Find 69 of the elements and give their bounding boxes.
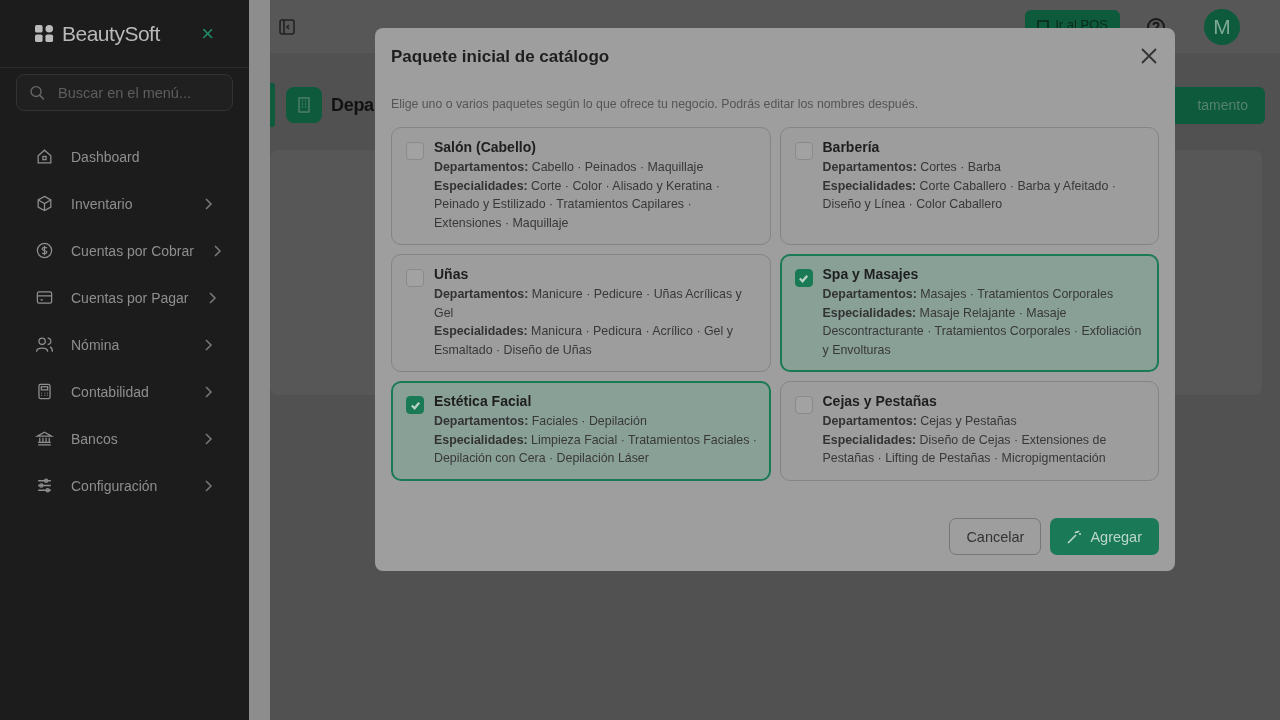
check-icon — [798, 272, 809, 284]
package-name: Barbería — [822, 139, 881, 155]
search-field[interactable]: Buscar en el menú... — [16, 74, 233, 111]
sliders-icon — [35, 476, 54, 495]
dialog-description: Elige uno o varios paquetes según lo que ofrece tu negocio. Podrás editar los nombres después. — [391, 97, 920, 111]
magic-wand-icon — [1067, 529, 1082, 544]
package-card[interactable]: Cejas y Pestañas Departamentos: Cejas y Pestañas Especialidades: Diseño de Cejas · Extensiones de Pestañas · Lifting de Pestañas · Micropigmentación — [779, 381, 1159, 481]
brand-name: BeautySoft — [62, 21, 161, 46]
chevron-icon — [202, 338, 214, 351]
users-icon — [35, 335, 54, 354]
search-icon — [29, 83, 46, 102]
add-button[interactable]: Agregar — [1050, 518, 1159, 555]
bank-icon — [35, 429, 54, 448]
checkbox[interactable] — [794, 269, 813, 287]
dialog-title: Paquete inicial de catálogo — [391, 47, 611, 67]
package-name: Cejas y Pestañas — [822, 393, 938, 409]
chevron-icon — [202, 197, 214, 210]
departments-text: Departamentos: Faciales · Depilación — [434, 413, 648, 430]
departments-text: Departamentos: Manicure · Pedicure · Uñas Acrílicas y Gel — [434, 286, 743, 322]
sidebar-item[interactable]: Dashboard — [0, 133, 249, 180]
specialties-text: Especialidades: Manicura · Pedicura · Acrílico · Gel y Esmaltado · Diseño de Uñas — [434, 323, 734, 359]
dollar-icon — [35, 241, 54, 260]
specialties-text: Especialidades: Limpieza Facial · Tratamientos Faciales · Depilación con Cera · Depilación Láser — [434, 431, 758, 467]
chevron-icon — [202, 385, 214, 398]
package-name: Spa y Masajes — [822, 266, 920, 282]
package-card[interactable]: Estética Facial Departamentos: Faciales · Depilación Especialidades: Limpieza Facial · Tratamientos Faciales · Depilación con Cera · Depilación Láser — [391, 381, 771, 481]
departments-text: Departamentos: Cortes · Barba — [822, 159, 1002, 176]
home-icon — [35, 147, 54, 166]
check-icon — [409, 399, 421, 411]
user-avatar[interactable]: M — [1204, 8, 1240, 45]
calculator-icon — [35, 382, 54, 401]
package-name: Estética Facial — [434, 393, 533, 409]
package-card[interactable]: Barbería Departamentos: Cortes · Barba Especialidades: Corte Caballero · Barba y Afeitado · Diseño y Línea · Color Caballero — [779, 127, 1159, 245]
chevron-icon — [202, 479, 214, 492]
register-icon — [1037, 18, 1050, 31]
close-sidebar-button[interactable]: × — [201, 20, 214, 47]
checkbox[interactable] — [406, 142, 424, 160]
logo-icon — [35, 24, 54, 43]
departments-text: Departamentos: Cabello · Peinados · Maquillaje — [434, 159, 705, 176]
sidebar-item[interactable]: Configuración — [0, 462, 249, 509]
credit-card-icon — [35, 288, 54, 307]
package-card[interactable]: Uñas Departamentos: Manicure · Pedicure · Uñas Acrílicas y Gel Especialidades: Manicura · Pedicura · Acrílico · Gel y Esmaltado · Diseño de Uñas — [391, 254, 771, 372]
checkbox[interactable] — [794, 142, 813, 160]
departments-text: Departamentos: Masajes · Tratamientos Corporales — [822, 286, 1115, 303]
sidebar-item[interactable]: Inventario — [0, 180, 249, 227]
sidebar-item[interactable]: Nómina — [0, 321, 249, 368]
specialties-text: Especialidades: Masaje Relajante · Masaje Descontracturante · Tratamientos Corporales · Exfoliación y Envolturas — [822, 304, 1143, 359]
specialties-text: Especialidades: Diseño de Cejas · Extensiones de Pestañas · Lifting de Pestañas · Micropigmentación — [822, 431, 1108, 467]
package-name: Uñas — [434, 266, 470, 282]
sidebar-item[interactable]: Cuentas por Pagar — [0, 274, 249, 321]
departments-text: Departamentos: Cejas y Pestañas — [822, 413, 1018, 430]
checkbox[interactable] — [406, 396, 424, 414]
building-icon — [286, 87, 322, 123]
sidebar-toggle-icon[interactable] — [279, 18, 295, 35]
cancel-button[interactable]: Cancelar — [949, 518, 1042, 555]
checkbox[interactable] — [406, 269, 424, 287]
package-card[interactable]: Salón (Cabello) Departamentos: Cabello · Peinados · Maquillaje Especialidades: Corte · Color · Alisado y Keratina · Peinado y Estilizado · Tratamientos Capilares · Extensiones · Maquillaje — [391, 127, 771, 245]
chevron-icon — [202, 432, 214, 445]
sidebar-item[interactable]: Cuentas por Cobrar — [0, 227, 249, 274]
sidebar-item[interactable]: Bancos — [0, 415, 249, 462]
specialties-text: Especialidades: Corte · Color · Alisado y Keratina · Peinado y Estilizado · Tratamientos Capilares · Extensiones · Maquillaje — [434, 177, 721, 232]
search-input[interactable]: Buscar en el menú... — [56, 83, 220, 102]
page-title: Depa — [331, 94, 374, 116]
checkbox[interactable] — [794, 396, 813, 414]
box-icon — [35, 194, 54, 213]
sidebar-item[interactable]: Contabilidad — [0, 368, 249, 415]
package-name: Salón (Cabello) — [434, 139, 537, 155]
package-card[interactable]: Spa y Masajes Departamentos: Masajes · Tratamientos Corporales Especialidades: Masaje Relajante · Masaje Descontracturante · Tratamientos Corporales · Exfoliación y Envolturas — [779, 254, 1159, 372]
specialties-text: Especialidades: Corte Caballero · Barba y Afeitado · Diseño y Línea · Color Caballero — [822, 177, 1117, 213]
